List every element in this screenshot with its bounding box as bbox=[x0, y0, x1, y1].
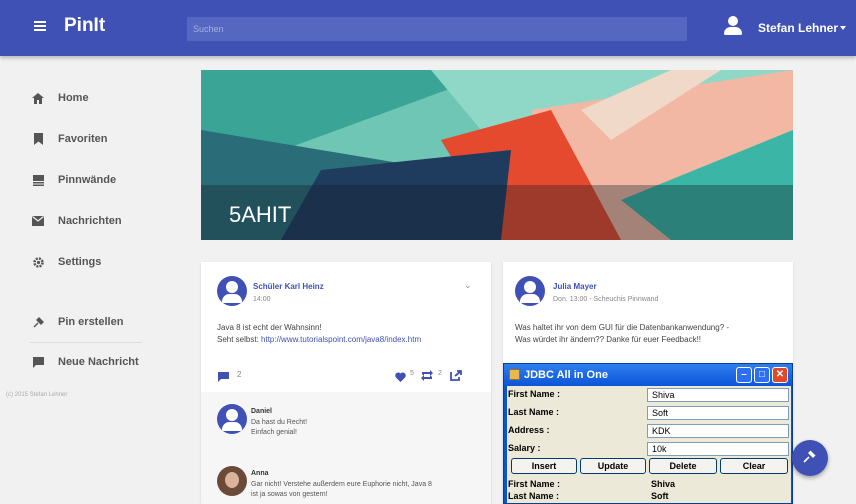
minimize-icon[interactable]: – bbox=[736, 367, 752, 383]
create-pin-fab[interactable] bbox=[792, 440, 828, 476]
post-author[interactable]: Schüler Karl Heinz bbox=[253, 282, 324, 291]
comments-section: Daniel Da hast du Recht! Einfach genial!… bbox=[201, 392, 491, 504]
avatar[interactable] bbox=[217, 404, 247, 434]
sidebar-item-label: Neue Nachricht bbox=[58, 356, 139, 368]
output-label: Last Name : bbox=[508, 491, 560, 501]
mail-icon bbox=[30, 213, 46, 229]
sidebar-item-pinnwaende[interactable]: Pinnwände bbox=[30, 170, 116, 190]
insert-button[interactable]: Insert bbox=[511, 458, 577, 474]
first-name-field[interactable]: Shiva bbox=[647, 388, 789, 402]
comment-text-line: Einfach genial! bbox=[251, 429, 297, 436]
post-text-prefix: Seht selbst: bbox=[217, 335, 262, 344]
gear-icon bbox=[30, 254, 46, 270]
jdbc-form: First Name : Shiva Last Name : Soft Addr… bbox=[507, 386, 791, 503]
clear-button[interactable]: Clear bbox=[720, 458, 788, 474]
board-title: 5AHIT bbox=[229, 202, 292, 227]
chevron-down-icon[interactable] bbox=[840, 26, 846, 30]
comment-author[interactable]: Daniel bbox=[251, 408, 272, 415]
window-title-bar[interactable]: JDBC All in One – □ ✕ bbox=[504, 364, 792, 386]
search-input[interactable] bbox=[187, 17, 687, 41]
output-value: Shiva bbox=[651, 479, 676, 489]
sidebar-divider bbox=[30, 342, 142, 343]
comment-text: Gar nicht! Verstehe außerdem eure Euphor… bbox=[251, 480, 432, 500]
sidebar-item-favoriten[interactable]: Favoriten bbox=[30, 129, 108, 149]
sidebar-item-neue-nachricht[interactable]: Neue Nachricht bbox=[30, 352, 139, 372]
field-label: Last Name : bbox=[508, 407, 560, 417]
form-row-salary: Salary : 10k bbox=[507, 442, 791, 456]
delete-button[interactable]: Delete bbox=[649, 458, 717, 474]
comment-text-line: Da hast du Recht! bbox=[251, 419, 308, 426]
post-text: Java 8 ist echt der Wahnsinn! Seht selbs… bbox=[217, 322, 485, 346]
comment-text-line: ist ja sowas von gestern! bbox=[251, 491, 328, 498]
window-title: JDBC All in One bbox=[524, 369, 608, 381]
bookmark-icon bbox=[30, 131, 46, 147]
sidebar-item-label: Home bbox=[58, 92, 89, 104]
sidebar-item-label: Pinnwände bbox=[58, 174, 117, 186]
chat-icon bbox=[30, 354, 46, 370]
output-label: First Name : bbox=[508, 479, 561, 489]
more-menu-icon[interactable]: ⌄ bbox=[464, 280, 472, 291]
user-name[interactable]: Stefan Lehner bbox=[758, 21, 838, 35]
form-row-last-name: Last Name : Soft bbox=[507, 406, 791, 420]
menu-icon[interactable] bbox=[34, 21, 46, 31]
close-icon[interactable]: ✕ bbox=[772, 367, 788, 383]
sidebar-item-label: Nachrichten bbox=[58, 215, 122, 227]
post-text: Was haltet ihr von dem GUI für die Daten… bbox=[515, 322, 789, 346]
sidebar-item-label: Pin erstellen bbox=[58, 316, 124, 328]
board-icon bbox=[30, 172, 46, 188]
sidebar-item-label: Favoriten bbox=[58, 133, 108, 145]
post-text-line: Java 8 ist echt der Wahnsinn! bbox=[217, 323, 322, 332]
sidebar-item-settings[interactable]: Settings bbox=[30, 252, 101, 272]
salary-field[interactable]: 10k bbox=[647, 442, 789, 456]
form-row-address: Address : KDK bbox=[507, 424, 791, 438]
post-time: 14:00 bbox=[253, 296, 271, 303]
java-app-icon bbox=[509, 369, 520, 380]
post-meta: Don. 13:00 - Scheuchis Pinnwand bbox=[553, 296, 659, 303]
copyright-text: (c) 2015 Stefan Lehner bbox=[6, 392, 68, 398]
pin-icon bbox=[803, 449, 817, 468]
sidebar: Home Favoriten Pinnwände Nachrichten Set… bbox=[0, 56, 175, 504]
comment-count: 2 bbox=[237, 370, 242, 379]
address-field[interactable]: KDK bbox=[647, 424, 789, 438]
comment-text: Da hast du Recht! Einfach genial! bbox=[251, 418, 307, 438]
avatar[interactable] bbox=[217, 276, 247, 306]
hero-banner: 5AHIT bbox=[201, 70, 793, 240]
repost-count: 2 bbox=[438, 370, 442, 377]
sidebar-item-label: Settings bbox=[58, 256, 102, 268]
sidebar-item-home[interactable]: Home bbox=[30, 88, 89, 108]
field-label: First Name : bbox=[508, 389, 561, 399]
post-text-line: Was würdet ihr ändern?? Danke für euer F… bbox=[515, 335, 702, 344]
update-button[interactable]: Update bbox=[580, 458, 646, 474]
jdbc-window: JDBC All in One – □ ✕ First Name : Shiva… bbox=[503, 363, 793, 504]
field-label: Address : bbox=[508, 425, 550, 435]
post-text-line: Was haltet ihr von dem GUI für die Daten… bbox=[515, 323, 730, 332]
comment-icon[interactable] bbox=[218, 369, 229, 387]
post-link[interactable]: http://www.tutorialspoint.com/java8/inde… bbox=[261, 335, 421, 344]
like-count: 5 bbox=[410, 370, 414, 377]
output-value: Soft bbox=[651, 491, 669, 501]
post-text-line: Seht selbst: http://www.tutorialspoint.c… bbox=[217, 334, 485, 346]
sidebar-item-nachrichten[interactable]: Nachrichten bbox=[30, 211, 122, 231]
heart-icon[interactable] bbox=[395, 369, 406, 387]
comment-author[interactable]: Anna bbox=[251, 470, 269, 477]
sidebar-item-pin-erstellen[interactable]: Pin erstellen bbox=[30, 312, 123, 332]
repost-icon[interactable] bbox=[420, 368, 434, 386]
form-row-first-name: First Name : Shiva bbox=[507, 388, 791, 402]
top-app-bar: PinIt Stefan Lehner bbox=[0, 0, 856, 56]
share-icon[interactable] bbox=[450, 368, 462, 386]
last-name-field[interactable]: Soft bbox=[647, 406, 789, 420]
app-brand[interactable]: PinIt bbox=[64, 15, 105, 37]
pin-icon bbox=[30, 314, 46, 330]
comment-text-line: Gar nicht! Verstehe außerdem eure Euphor… bbox=[251, 481, 432, 488]
avatar-photo[interactable] bbox=[217, 466, 247, 496]
user-account-icon[interactable] bbox=[724, 16, 742, 36]
maximize-icon[interactable]: □ bbox=[754, 367, 770, 383]
avatar[interactable] bbox=[515, 276, 545, 306]
field-label: Salary : bbox=[508, 443, 541, 453]
home-icon bbox=[30, 90, 46, 106]
post-card: Schüler Karl Heinz 14:00 ⌄ Java 8 ist ec… bbox=[201, 262, 491, 504]
post-author[interactable]: Julia Mayer bbox=[553, 282, 597, 291]
